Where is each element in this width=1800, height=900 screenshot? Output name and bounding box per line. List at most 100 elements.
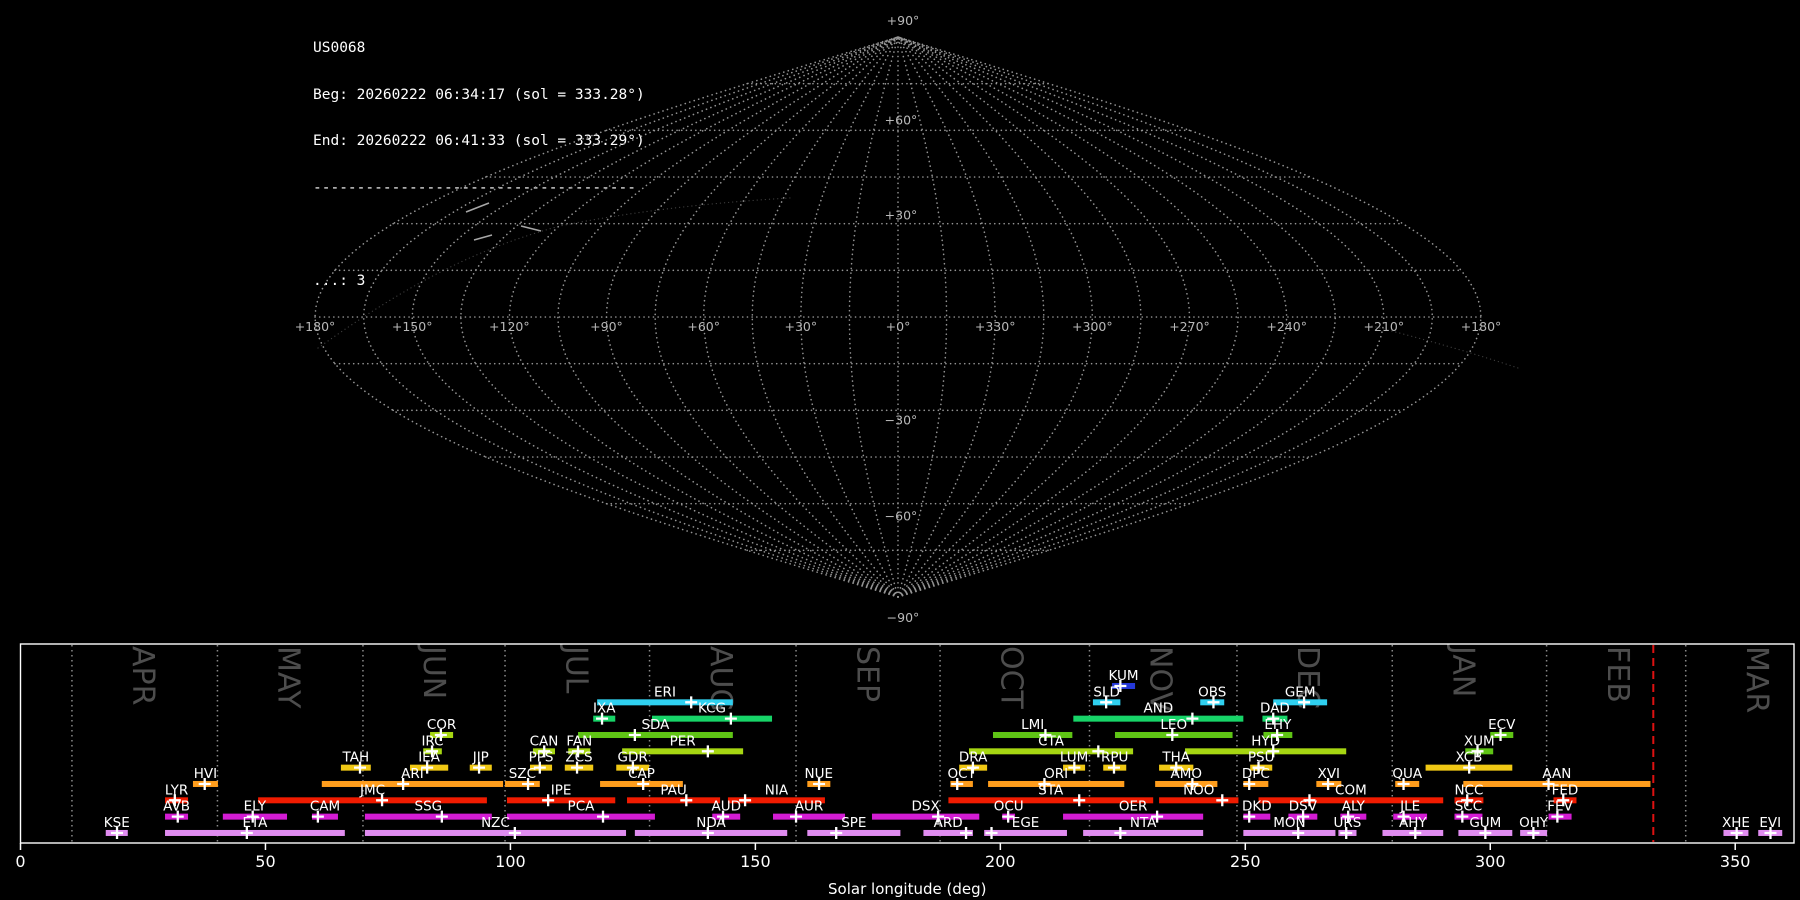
meridian-line — [508, 36, 899, 598]
longitude-label: +240° — [1266, 319, 1307, 334]
shower-code-label: AUD — [711, 799, 741, 815]
shower-code-label: ARD — [934, 815, 963, 831]
x-tick-label: 300 — [1475, 852, 1506, 871]
shower-code-label: PER — [670, 733, 696, 749]
shower-code-label: THA — [1161, 750, 1190, 766]
longitude-label: +270° — [1169, 319, 1210, 334]
month-label: SEP — [849, 646, 884, 702]
shower-code-label: JLE — [1399, 799, 1420, 815]
x-tick-label: 250 — [1230, 852, 1261, 871]
shower-code-label: CAP — [628, 766, 655, 782]
shower-code-label: NIA — [765, 782, 789, 798]
shower-code-label: LYR — [165, 782, 188, 798]
shower-code-label: XHE — [1722, 815, 1750, 831]
latitude-label: +60° — [885, 112, 918, 127]
longitude-label: +330° — [975, 319, 1016, 334]
shower-code-label: KUM — [1109, 668, 1139, 684]
shower-code-label: AMO — [1171, 766, 1203, 782]
latitude-label: +30° — [885, 208, 918, 223]
shower-code-label: DSV — [1289, 799, 1318, 815]
shower-code-label: XUM — [1464, 733, 1495, 749]
longitude-label: +210° — [1364, 319, 1405, 334]
longitude-label: +180° — [295, 319, 336, 334]
x-tick-label: 200 — [985, 852, 1016, 871]
shower-peak-marker — [597, 810, 610, 823]
shower-code-label: XVI — [1318, 766, 1340, 782]
shower-peak-marker — [1073, 794, 1086, 807]
pole-label: −90° — [887, 610, 920, 625]
shower-code-label: DPC — [1242, 766, 1270, 782]
longitude-label: +60° — [687, 319, 720, 334]
shower-code-label: IEA — [418, 750, 441, 766]
shower-code-label: IPE — [551, 782, 572, 798]
month-label: JAN — [1446, 644, 1481, 697]
shower-code-label: DSX — [912, 799, 940, 815]
shower-code-label: QUA — [1392, 766, 1423, 782]
shower-code-label: ORI — [1044, 766, 1068, 782]
shower-code-label: NCC — [1454, 782, 1483, 798]
shower-code-label: SCC — [1455, 799, 1482, 815]
shower-code-label: IRC — [421, 733, 443, 749]
shower-code-label: EHY — [1264, 717, 1292, 733]
shower-code-label: DKD — [1242, 799, 1272, 815]
shower-peak-marker — [701, 745, 714, 758]
shower-code-label: NOO — [1183, 782, 1214, 798]
shower-peak-marker — [985, 826, 998, 839]
shower-code-label: OCT — [947, 766, 976, 782]
shower-code-label: GDR — [618, 750, 648, 766]
shower-code-label: FED — [1552, 782, 1579, 798]
shower-code-label: HVI — [194, 766, 217, 782]
shower-code-label: COR — [427, 717, 456, 733]
shower-code-label: NUE — [805, 766, 834, 782]
shower-peak-marker — [1186, 712, 1199, 725]
x-tick-label: 100 — [495, 852, 526, 871]
shower-code-label: ARI — [401, 766, 424, 782]
shower-code-label: DRA — [959, 750, 988, 766]
shower-code-label: ZCS — [565, 750, 592, 766]
shower-code-label: URS — [1334, 815, 1362, 831]
shower-code-label: ELY — [244, 799, 267, 815]
shower-code-label: SDA — [641, 717, 670, 733]
latitude-label: −30° — [885, 412, 918, 427]
shower-code-label: KSE — [104, 815, 130, 831]
longitude-label: +180° — [1461, 319, 1502, 334]
shower-peak-marker — [1216, 794, 1229, 807]
shower-code-label: GUM — [1469, 815, 1501, 831]
shower-code-label: PPS — [529, 750, 554, 766]
shower-code-label: ETA — [242, 815, 268, 831]
shower-code-label: PCA — [568, 799, 596, 815]
longitude-label: +0° — [886, 319, 911, 334]
shower-code-label: CTA — [1038, 733, 1065, 749]
shower-code-label: CAM — [310, 799, 340, 815]
shower-code-label: FEV — [1547, 799, 1573, 815]
shower-code-label: SLD — [1093, 684, 1120, 700]
shower-code-label: LEO — [1160, 717, 1187, 733]
shower-code-label: NTA — [1130, 815, 1157, 831]
shower-code-label: AUR — [795, 799, 824, 815]
shower-code-label: EVI — [1759, 815, 1781, 831]
month-label: MAR — [1739, 646, 1774, 713]
shower-code-label: STA — [1038, 782, 1064, 798]
month-label: JUL — [558, 644, 593, 694]
x-tick-label: 350 — [1720, 852, 1751, 871]
x-tick-label: 150 — [740, 852, 771, 871]
shower-code-label: CAN — [530, 733, 559, 749]
shower-code-label: NZC — [481, 815, 510, 831]
shower-code-label: TAH — [342, 750, 370, 766]
shower-code-label: MON — [1273, 815, 1305, 831]
shower-code-label: AND — [1143, 701, 1173, 717]
shower-code-label: FAN — [566, 733, 592, 749]
shower-code-label: EGE — [1012, 815, 1040, 831]
shower-code-label: IXA — [593, 701, 616, 717]
shower-code-label: COM — [1335, 782, 1367, 798]
month-label: MAY — [271, 646, 306, 709]
month-label: APR — [125, 646, 160, 705]
longitude-label: +300° — [1072, 319, 1113, 334]
activity-timeline: APR MAY JUN JUL AUG SEP OCT NOV DEC JAN FEB MARKUME… — [15, 643, 1795, 898]
month-label: FEB — [1600, 646, 1635, 703]
latitude-label: −60° — [885, 509, 918, 524]
longitude-label: +90° — [590, 319, 623, 334]
shower-code-label: LMI — [1021, 717, 1044, 733]
x-tick-label: 50 — [255, 852, 275, 871]
shower-peak-marker — [724, 712, 737, 725]
